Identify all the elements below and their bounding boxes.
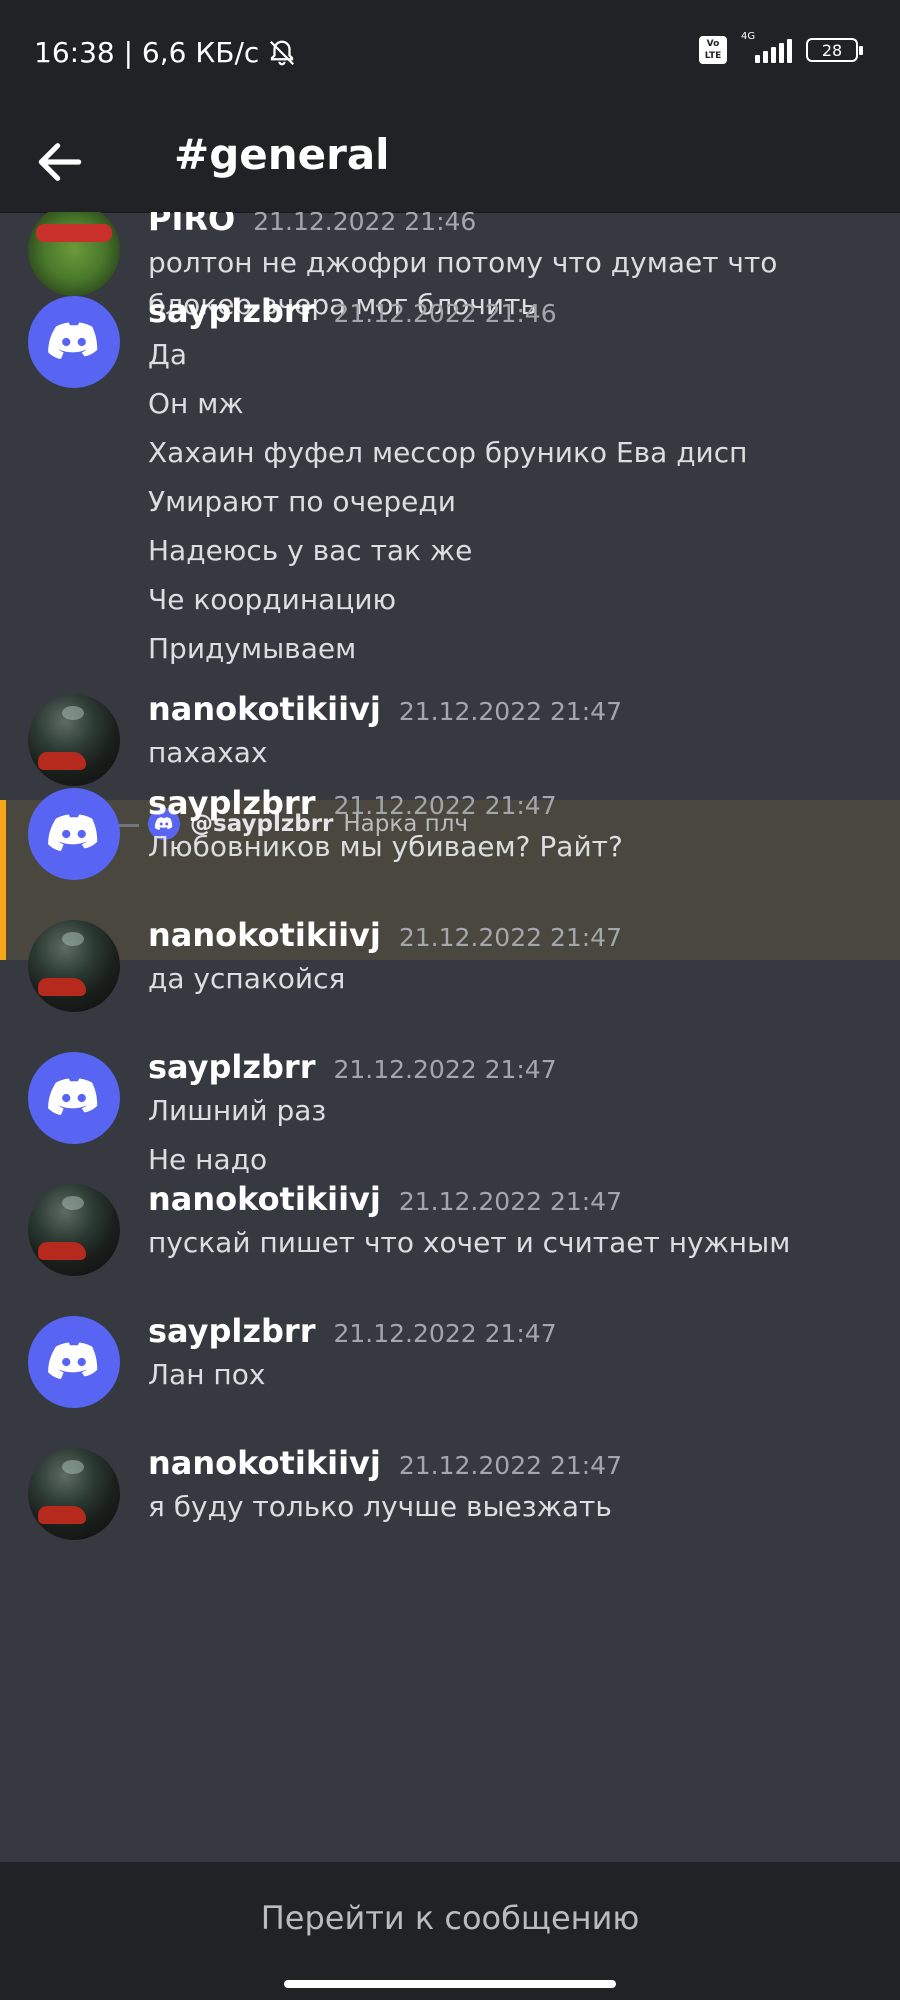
message-username[interactable]: nanokotikiivj: [148, 1180, 381, 1218]
battery-icon: 28: [806, 38, 863, 62]
message-text: Лан пох: [148, 1358, 266, 1391]
network-type: 4G: [741, 31, 756, 42]
car-night-avatar[interactable]: [28, 1448, 120, 1540]
message-timestamp: 21.12.2022 21:47: [333, 1055, 557, 1084]
message-meta: sayplzbrr 21.12.2022 21:47: [148, 1312, 557, 1350]
jump-to-message-button[interactable]: Перейти к сообщению: [0, 1862, 900, 1974]
battery-level: 28: [821, 40, 843, 60]
message-timestamp: 21.12.2022 21:47: [398, 923, 622, 952]
message-username[interactable]: sayplzbrr: [148, 292, 315, 330]
message-timestamp: 21.12.2022 21:47: [333, 1319, 557, 1348]
back-button[interactable]: [32, 134, 88, 190]
status-right: Vo LTE 4G 28: [699, 31, 863, 64]
signal-icon: 4G: [741, 31, 792, 63]
message-timestamp: 21.12.2022 21:47: [398, 1187, 622, 1216]
message-text: Любовников мы убиваем? Райт?: [148, 830, 623, 863]
message-text: пускай пишет что хочет и считает нужным: [148, 1226, 791, 1259]
message-timestamp: 21.12.2022 21:46: [333, 299, 557, 328]
message-meta: nanokotikiivj 21.12.2022 21:47: [148, 916, 622, 954]
jump-bar: Перейти к сообщению: [0, 1862, 900, 2000]
message-text: ролтон не джофри потому что думает что: [148, 246, 778, 279]
message-timestamp: 21.12.2022 21:46: [253, 212, 477, 236]
message-meta: sayplzbrr 21.12.2022 21:47: [148, 1048, 557, 1086]
discord-logo-avatar[interactable]: [28, 296, 120, 388]
car-night-avatar[interactable]: [28, 920, 120, 1012]
message-meta: nanokotikiivj 21.12.2022 21:47: [148, 1180, 622, 1218]
car-night-avatar[interactable]: [28, 1184, 120, 1276]
message-list: @sayplzbrr Нарка плч PIRO 21.12.2022 21:4…: [0, 212, 900, 1862]
message-timestamp: 21.12.2022 21:47: [333, 791, 557, 820]
message-meta: PIRO 21.12.2022 21:46: [148, 212, 476, 238]
message-meta: sayplzbrr 21.12.2022 21:47: [148, 784, 557, 822]
notifications-muted-icon: [270, 40, 295, 65]
message-timestamp: 21.12.2022 21:47: [398, 1451, 622, 1480]
status-bar: 16:38 | 6,6 КБ/с Vo LTE 4G 28: [0, 0, 900, 108]
discord-logo-avatar[interactable]: [28, 788, 120, 880]
message-text: Не надо: [148, 1143, 268, 1176]
discord-logo-avatar[interactable]: [28, 1052, 120, 1144]
message-meta: nanokotikiivj 21.12.2022 21:47: [148, 690, 622, 728]
message-text: Придумываем: [148, 632, 357, 665]
message-username[interactable]: sayplzbrr: [148, 1312, 315, 1350]
message-username[interactable]: nanokotikiivj: [148, 916, 381, 954]
message-username[interactable]: PIRO: [148, 212, 235, 238]
message-text: Надеюсь у вас так же: [148, 534, 473, 567]
message-timestamp: 21.12.2022 21:47: [398, 697, 622, 726]
volte-icon: Vo LTE: [699, 36, 727, 64]
message-text: да успакойся: [148, 962, 346, 995]
message-text: Че координацию: [148, 583, 397, 616]
message-meta: nanokotikiivj 21.12.2022 21:47: [148, 1444, 622, 1482]
message-username[interactable]: nanokotikiivj: [148, 690, 381, 728]
car-night-avatar[interactable]: [28, 694, 120, 786]
ninja-turtle-avatar[interactable]: [28, 212, 120, 296]
message-text: пахахах: [148, 736, 268, 769]
message-username[interactable]: nanokotikiivj: [148, 1444, 381, 1482]
message-text: Да: [148, 338, 188, 371]
status-left: 16:38 | 6,6 КБ/с: [34, 36, 297, 69]
message-text: Он мж: [148, 387, 244, 420]
arrow-left-icon: [38, 143, 82, 181]
message-text: Хахаин фуфел мессор брунико Ева дисп: [148, 436, 748, 469]
home-indicator[interactable]: [284, 1980, 616, 1988]
message-username[interactable]: sayplzbrr: [148, 1048, 315, 1086]
channel-header: #general: [0, 108, 900, 213]
message-text: Умирают по очереди: [148, 485, 456, 518]
message-text: Лишний раз: [148, 1094, 327, 1127]
message-username[interactable]: sayplzbrr: [148, 784, 315, 822]
message-text: я буду только лучше выезжать: [148, 1490, 612, 1523]
channel-title: #general: [174, 130, 390, 179]
discord-logo-avatar[interactable]: [28, 1316, 120, 1408]
message-meta: sayplzbrr 21.12.2022 21:46: [148, 292, 557, 330]
status-time-speed: 16:38 | 6,6 КБ/с: [34, 36, 260, 69]
